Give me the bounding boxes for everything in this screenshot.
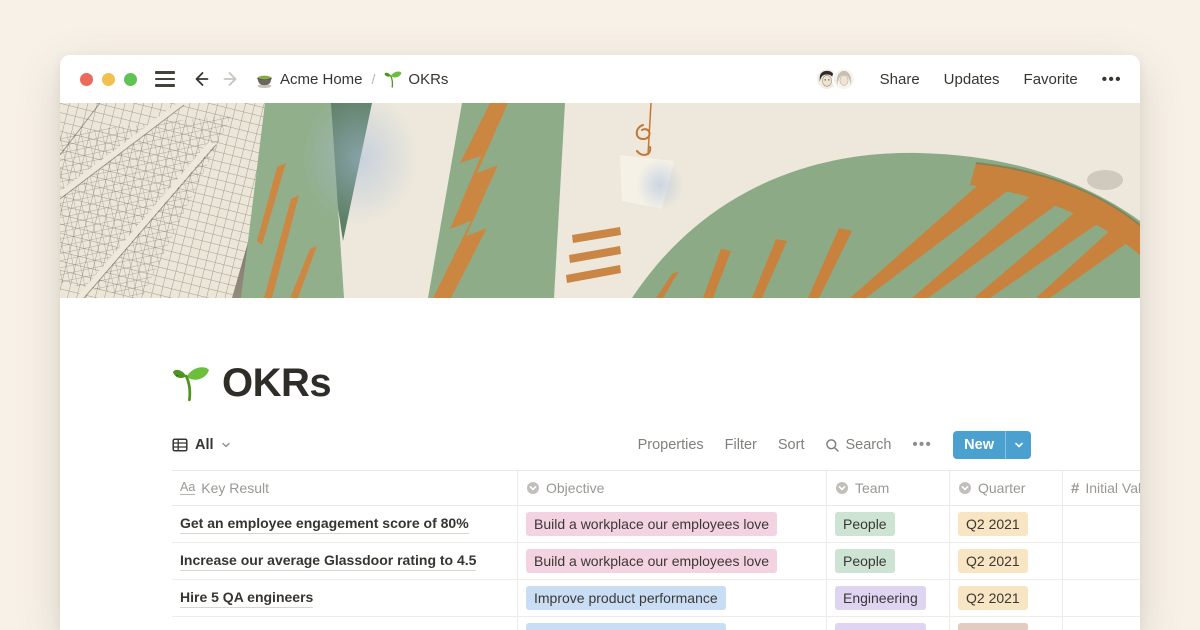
table-view-icon	[172, 437, 188, 453]
initial-value-cell[interactable]	[1063, 580, 1140, 616]
collaborator-avatars	[815, 67, 856, 91]
breadcrumb-workspace-label: Acme Home	[280, 71, 363, 88]
window-topbar: Acme Home / OKRs	[60, 55, 1140, 103]
page-icon-seedling[interactable]	[172, 364, 210, 402]
browser-window: Acme Home / OKRs	[60, 55, 1140, 630]
column-header-quarter[interactable]: Quarter	[950, 471, 1063, 505]
column-label: Initial Value	[1085, 480, 1140, 496]
filter-button[interactable]: Filter	[725, 437, 757, 453]
objective-cell[interactable]: Improve product performance	[518, 617, 827, 630]
quarter-tag: Q2 2021	[958, 549, 1028, 573]
page-header: OKRs	[172, 358, 1140, 408]
key-result-title[interactable]: Hire 5 QA engineers	[180, 588, 313, 608]
number-property-icon: #	[1071, 480, 1079, 497]
key-result-cell[interactable]	[172, 617, 518, 630]
team-cell[interactable]: People	[827, 506, 950, 542]
key-result-cell[interactable]: Get an employee engagement score of 80%	[172, 506, 518, 542]
quarter-cell[interactable]: Q3 2021	[950, 617, 1063, 630]
objective-tag: Improve product performance	[526, 586, 726, 610]
column-label: Quarter	[978, 480, 1025, 496]
breadcrumb: Acme Home / OKRs	[255, 70, 448, 89]
team-tag: People	[835, 512, 895, 536]
sort-button[interactable]: Sort	[778, 437, 805, 453]
select-property-icon	[835, 481, 849, 495]
search-button[interactable]: Search	[825, 437, 891, 453]
female-avatar[interactable]	[832, 67, 856, 91]
okr-table: Aa Key Result Objective Team	[172, 470, 1140, 630]
view-selector[interactable]: All	[172, 437, 231, 453]
page-cover-image	[60, 103, 1140, 298]
quarter-tag: Q3 2021	[958, 623, 1028, 630]
table-row: Get an employee engagement score of 80% …	[172, 506, 1140, 543]
column-label: Objective	[546, 480, 604, 496]
select-property-icon	[958, 481, 972, 495]
quarter-tag: Q2 2021	[958, 512, 1028, 536]
database-view-bar: All Properties Filter Sort Search ••• Ne…	[172, 430, 1031, 460]
column-label: Key Result	[201, 480, 269, 496]
chevron-down-icon	[221, 440, 231, 450]
team-cell[interactable]: Engineering	[827, 617, 950, 630]
objective-tag: Improve product performance	[526, 623, 726, 630]
objective-tag: Build a workplace our employees love	[526, 512, 777, 536]
menu-icon[interactable]	[155, 71, 175, 86]
initial-value-cell[interactable]	[1063, 543, 1140, 579]
column-header-team[interactable]: Team	[827, 471, 950, 505]
key-result-cell[interactable]: Hire 5 QA engineers	[172, 580, 518, 616]
table-header-row: Aa Key Result Objective Team	[172, 470, 1140, 506]
table-row: Hire 5 QA engineers Improve product perf…	[172, 580, 1140, 617]
breadcrumb-workspace[interactable]: Acme Home	[255, 70, 363, 89]
objective-cell[interactable]: Build a workplace our employees love	[518, 506, 827, 542]
search-icon	[825, 438, 840, 453]
select-property-icon	[526, 481, 540, 495]
team-cell[interactable]: Engineering	[827, 580, 950, 616]
breadcrumb-separator: /	[372, 71, 376, 87]
quarter-tag: Q2 2021	[958, 586, 1028, 610]
pot-of-food-icon	[255, 70, 274, 89]
team-tag: People	[835, 549, 895, 573]
share-button[interactable]: Share	[880, 71, 920, 88]
seedling-icon	[384, 70, 402, 88]
back-arrow-icon[interactable]	[191, 69, 211, 89]
objective-tag: Build a workplace our employees love	[526, 549, 777, 573]
table-row: Increase our average Glassdoor rating to…	[172, 543, 1140, 580]
history-nav	[191, 69, 241, 89]
objective-cell[interactable]: Improve product performance	[518, 580, 827, 616]
view-name-label: All	[195, 437, 214, 453]
search-label: Search	[845, 437, 891, 453]
column-header-key-result[interactable]: Aa Key Result	[172, 471, 518, 505]
minimize-window-button[interactable]	[102, 73, 115, 86]
initial-value-cell[interactable]	[1063, 506, 1140, 542]
team-tag: Engineering	[835, 623, 926, 630]
column-header-objective[interactable]: Objective	[518, 471, 827, 505]
quarter-cell[interactable]: Q2 2021	[950, 580, 1063, 616]
updates-button[interactable]: Updates	[944, 71, 1000, 88]
view-more-options-icon[interactable]: •••	[912, 437, 932, 453]
key-result-title[interactable]: Get an employee engagement score of 80%	[180, 514, 469, 534]
column-header-initial-value[interactable]: # Initial Value	[1063, 471, 1140, 505]
text-property-icon: Aa	[180, 481, 195, 495]
team-tag: Engineering	[835, 586, 926, 610]
close-window-button[interactable]	[80, 73, 93, 86]
new-button-label: New	[953, 431, 1005, 459]
quarter-cell[interactable]: Q2 2021	[950, 506, 1063, 542]
zoom-window-button[interactable]	[124, 73, 137, 86]
more-options-icon[interactable]: •••	[1102, 71, 1122, 88]
favorite-button[interactable]: Favorite	[1024, 71, 1078, 88]
objective-cell[interactable]: Build a workplace our employees love	[518, 543, 827, 579]
forward-arrow-icon[interactable]	[221, 69, 241, 89]
properties-button[interactable]: Properties	[638, 437, 704, 453]
initial-value-cell[interactable]	[1063, 617, 1140, 630]
breadcrumb-page[interactable]: OKRs	[384, 70, 448, 88]
quarter-cell[interactable]: Q2 2021	[950, 543, 1063, 579]
page-title[interactable]: OKRs	[222, 361, 331, 406]
key-result-cell[interactable]: Increase our average Glassdoor rating to…	[172, 543, 518, 579]
traffic-lights	[80, 73, 137, 86]
team-cell[interactable]: People	[827, 543, 950, 579]
key-result-title[interactable]: Increase our average Glassdoor rating to…	[180, 551, 476, 571]
table-row-partial: Improve product performance Engineering …	[172, 617, 1140, 630]
new-button-chevron-icon[interactable]	[1005, 431, 1031, 459]
new-button[interactable]: New	[953, 431, 1031, 459]
column-label: Team	[855, 480, 889, 496]
breadcrumb-page-label: OKRs	[408, 71, 448, 88]
